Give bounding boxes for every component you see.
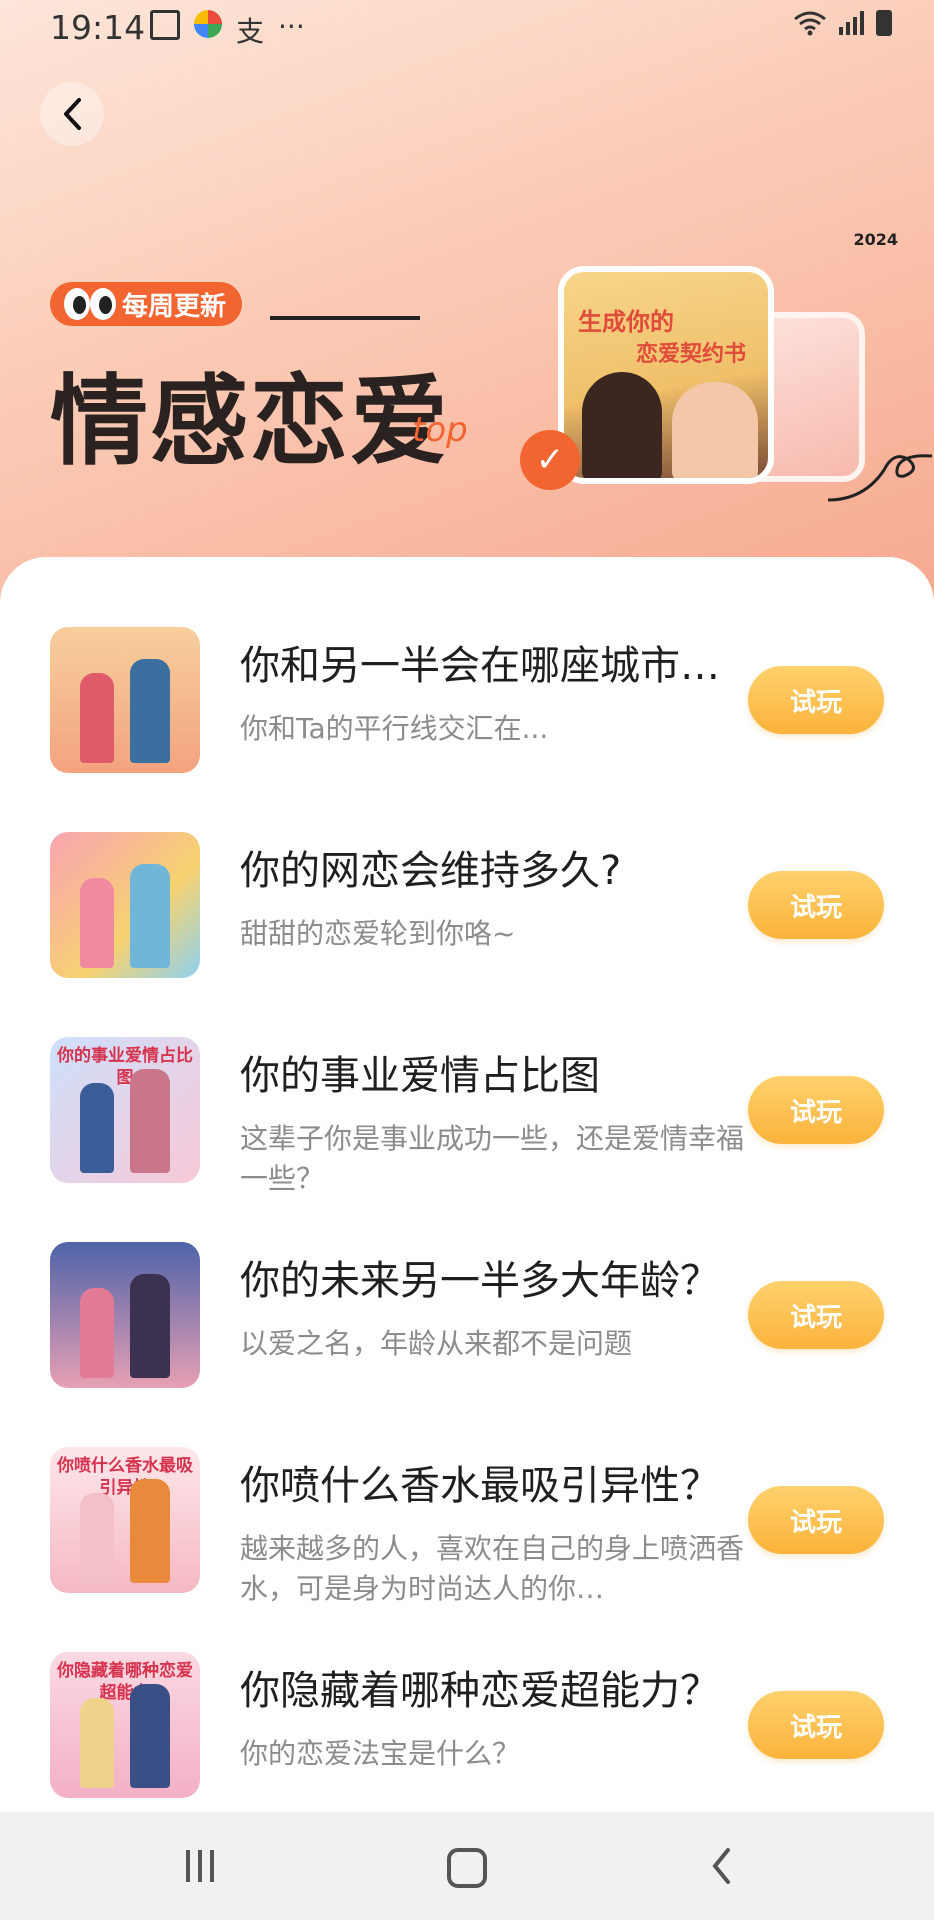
couple-illustration [582,372,662,478]
item-subtitle: 你的恋爱法宝是什么？ [240,1737,521,1770]
try-button[interactable]: 试玩 [748,1691,884,1759]
list-item[interactable]: 你喷什么香水最吸引异性 你喷什么香水最吸引异性？ 越来越多的人，喜欢在自己的身上… [0,1447,934,1605]
thumb-caption: 你喷什么香水最吸引异性 [57,1456,193,1498]
status-bar: 19:14 支 ··· [0,0,934,56]
signal-icon [839,11,864,35]
list-item[interactable]: 你和另一半会在哪座城市… 你和Ta的平行线交汇在... 试玩 [0,627,934,777]
item-thumbnail [50,1242,200,1388]
system-nav-bar [0,1812,934,1920]
item-subtitle: 以爱之名，年龄从来都不是问题 [240,1327,633,1360]
item-title: 你的事业爱情占比图 [240,1053,600,1099]
year-label: 2024 [853,230,898,249]
more-icon: ··· [278,10,305,43]
list-item[interactable]: 你的事业爱情占比图 你的事业爱情占比图 这辈子你是事业成功一些，还是爱情幸福一些… [0,1037,934,1195]
divider [270,316,420,320]
try-button[interactable]: 试玩 [748,871,884,939]
back-icon[interactable] [710,1846,732,1886]
badge-label: 每周更新 [122,291,227,322]
page-title: 情感恋爱 [50,365,451,479]
app-icon [194,10,222,38]
weekly-update-badge: 每周更新 [50,282,243,326]
alipay-icon: 支 [236,15,265,48]
item-title: 你的网恋会维持多久? [240,848,622,894]
thumb-caption: 你的事业爱情占比图 [57,1046,193,1088]
quiz-list: 你和另一半会在哪座城市… 你和Ta的平行线交汇在... 试玩 你的网恋会维持多久… [0,557,934,1812]
item-thumbnail: 你隐藏着哪种恋爱超能力 [50,1652,200,1798]
item-thumbnail: 你的事业爱情占比图 [50,1037,200,1183]
swirl-decoration [827,454,933,502]
header-card-front: 生成你的 恋爱契约书 [558,266,774,484]
thumb-caption: 你隐藏着哪种恋爱超能力 [57,1661,193,1703]
gallery-icon [150,10,180,40]
recents-icon[interactable] [186,1850,214,1882]
item-subtitle: 你和Ta的平行线交汇在... [240,712,549,745]
try-button[interactable]: 试玩 [748,1281,884,1349]
list-item[interactable]: 你的网恋会维持多久? 甜甜的恋爱轮到你咯~ 试玩 [0,832,934,982]
couple-illustration [672,382,758,478]
item-title: 你喷什么香水最吸引异性？ [240,1463,720,1509]
header-banner: 19:14 支 ··· 每周更新 情感恋爱 top 2024 生成你的 恋爱契约… [0,0,934,600]
item-thumbnail: 你喷什么香水最吸引异性 [50,1447,200,1593]
item-thumbnail [50,627,200,773]
wifi-icon [794,11,826,36]
battery-icon [876,10,892,36]
list-item[interactable]: 你隐藏着哪种恋爱超能力 你隐藏着哪种恋爱超能力？ 你的恋爱法宝是什么？ 试玩 [0,1652,934,1802]
try-button[interactable]: 试玩 [748,666,884,734]
try-button[interactable]: 试玩 [748,1486,884,1554]
home-icon[interactable] [447,1848,487,1888]
back-button[interactable] [40,82,104,146]
item-title: 你和另一半会在哪座城市… [240,643,720,689]
card-text: 生成你的 [578,308,674,336]
item-title: 你隐藏着哪种恋爱超能力？ [240,1668,720,1714]
eye-icon [90,288,116,320]
status-time: 19:14 [50,8,146,47]
check-badge-icon: ✓ [520,430,580,490]
title-script: top [412,410,468,450]
item-subtitle: 越来越多的人，喜欢在自己的身上喷洒香水，可是身为时尚达人的你… [240,1532,745,1605]
chevron-left-icon [64,98,81,130]
card-text: 恋爱契约书 [636,342,747,367]
item-subtitle: 这辈子你是事业成功一些，还是爱情幸福一些？ [240,1122,745,1195]
item-title: 你的未来另一半多大年龄？ [240,1258,720,1304]
item-thumbnail [50,832,200,978]
item-subtitle: 甜甜的恋爱轮到你咯~ [240,917,516,950]
try-button[interactable]: 试玩 [748,1076,884,1144]
eye-icon [64,288,90,320]
list-item[interactable]: 你的未来另一半多大年龄？ 以爱之名，年龄从来都不是问题 试玩 [0,1242,934,1392]
